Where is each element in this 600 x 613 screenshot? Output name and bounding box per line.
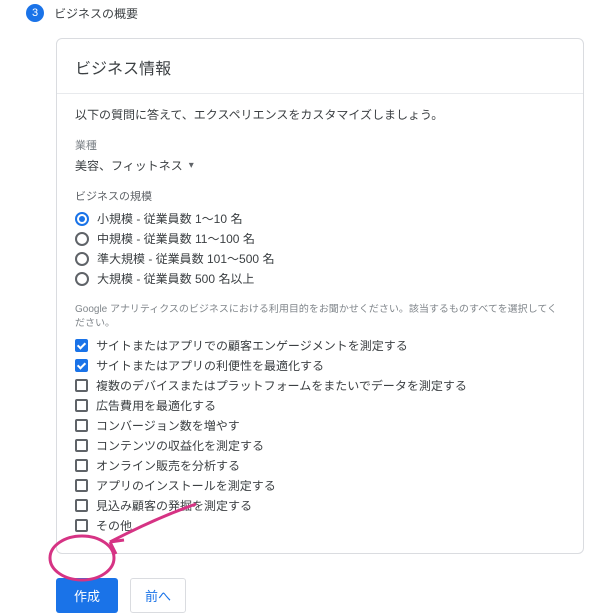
- checkbox-icon: [75, 519, 88, 532]
- purpose-option-label: 広告費用を最適化する: [96, 397, 216, 414]
- checkbox-icon: [75, 499, 88, 512]
- size-option-large-medium[interactable]: 準大規模 - 従業員数 101～500 名: [75, 250, 565, 267]
- business-info-card: ビジネス情報 以下の質問に答えて、エクスペリエンスをカスタマイズしましょう。 業…: [56, 38, 584, 554]
- purpose-option-label: 複数のデバイスまたはプラットフォームをまたいでデータを測定する: [96, 377, 467, 394]
- purpose-option-monetization[interactable]: コンテンツの収益化を測定する: [75, 437, 565, 454]
- purpose-option-label: オンライン販売を分析する: [96, 457, 240, 474]
- purpose-option-usability[interactable]: サイトまたはアプリの利便性を最適化する: [75, 357, 565, 374]
- page: 3 ビジネスの概要 ビジネス情報 以下の質問に答えて、エクスペリエンスをカスタマ…: [0, 4, 600, 591]
- purpose-option-label: アプリのインストールを測定する: [96, 477, 276, 494]
- purpose-option-other[interactable]: その他: [75, 517, 565, 534]
- purpose-option-leads[interactable]: 見込み顧客の発掘を測定する: [75, 497, 565, 514]
- back-button[interactable]: 前へ: [130, 578, 186, 613]
- purpose-option-engagement[interactable]: サイトまたはアプリでの顧客エンゲージメントを測定する: [75, 337, 565, 354]
- checkbox-icon: [75, 479, 88, 492]
- checkbox-icon: [75, 379, 88, 392]
- purpose-option-conversions[interactable]: コンバージョン数を増やす: [75, 417, 565, 434]
- purpose-option-app-installs[interactable]: アプリのインストールを測定する: [75, 477, 565, 494]
- card-title: ビジネス情報: [57, 39, 583, 94]
- industry-label: 業種: [75, 137, 565, 153]
- step-header: 3 ビジネスの概要: [0, 4, 600, 22]
- radio-icon: [75, 272, 89, 286]
- industry-value: 美容、フィットネス: [75, 157, 183, 174]
- step-number-badge: 3: [26, 4, 44, 22]
- size-option-small[interactable]: 小規模 - 従業員数 1～10 名: [75, 210, 565, 227]
- purpose-option-label: サイトまたはアプリでの顧客エンゲージメントを測定する: [96, 337, 408, 354]
- purpose-option-label: コンテンツの収益化を測定する: [96, 437, 264, 454]
- purpose-option-online-sales[interactable]: オンライン販売を分析する: [75, 457, 565, 474]
- size-option-label: 小規模 - 従業員数 1～10 名: [97, 210, 242, 227]
- create-button[interactable]: 作成: [56, 578, 118, 613]
- purpose-option-label: 見込み顧客の発掘を測定する: [96, 497, 252, 514]
- step-title: ビジネスの概要: [54, 5, 138, 22]
- radio-icon: [75, 212, 89, 226]
- size-option-label: 大規模 - 従業員数 500 名以上: [97, 270, 254, 287]
- business-size-label: ビジネスの規模: [75, 188, 565, 204]
- purpose-option-label: その他: [96, 517, 132, 534]
- size-option-medium[interactable]: 中規模 - 従業員数 11～100 名: [75, 230, 565, 247]
- checkbox-icon: [75, 339, 88, 352]
- checkbox-icon: [75, 399, 88, 412]
- purpose-option-cross-device[interactable]: 複数のデバイスまたはプラットフォームをまたいでデータを測定する: [75, 377, 565, 394]
- button-row: 作成 前へ: [56, 578, 600, 613]
- purposes-label: Google アナリティクスのビジネスにおける利用目的をお聞かせください。該当す…: [75, 303, 565, 331]
- checkbox-icon: [75, 459, 88, 472]
- checkbox-icon: [75, 419, 88, 432]
- purpose-option-ad-cost[interactable]: 広告費用を最適化する: [75, 397, 565, 414]
- purpose-option-label: サイトまたはアプリの利便性を最適化する: [96, 357, 324, 374]
- industry-select[interactable]: 美容、フィットネス ▾: [75, 157, 194, 174]
- size-option-large[interactable]: 大規模 - 従業員数 500 名以上: [75, 270, 565, 287]
- intro-text: 以下の質問に答えて、エクスペリエンスをカスタマイズしましょう。: [75, 106, 565, 123]
- purpose-option-label: コンバージョン数を増やす: [96, 417, 240, 434]
- radio-icon: [75, 232, 89, 246]
- checkbox-icon: [75, 359, 88, 372]
- size-option-label: 中規模 - 従業員数 11～100 名: [97, 230, 255, 247]
- checkbox-icon: [75, 439, 88, 452]
- size-option-label: 準大規模 - 従業員数 101～500 名: [97, 250, 274, 267]
- radio-icon: [75, 252, 89, 266]
- chevron-down-icon: ▾: [189, 160, 194, 171]
- card-body: 以下の質問に答えて、エクスペリエンスをカスタマイズしましょう。 業種 美容、フィ…: [57, 94, 583, 534]
